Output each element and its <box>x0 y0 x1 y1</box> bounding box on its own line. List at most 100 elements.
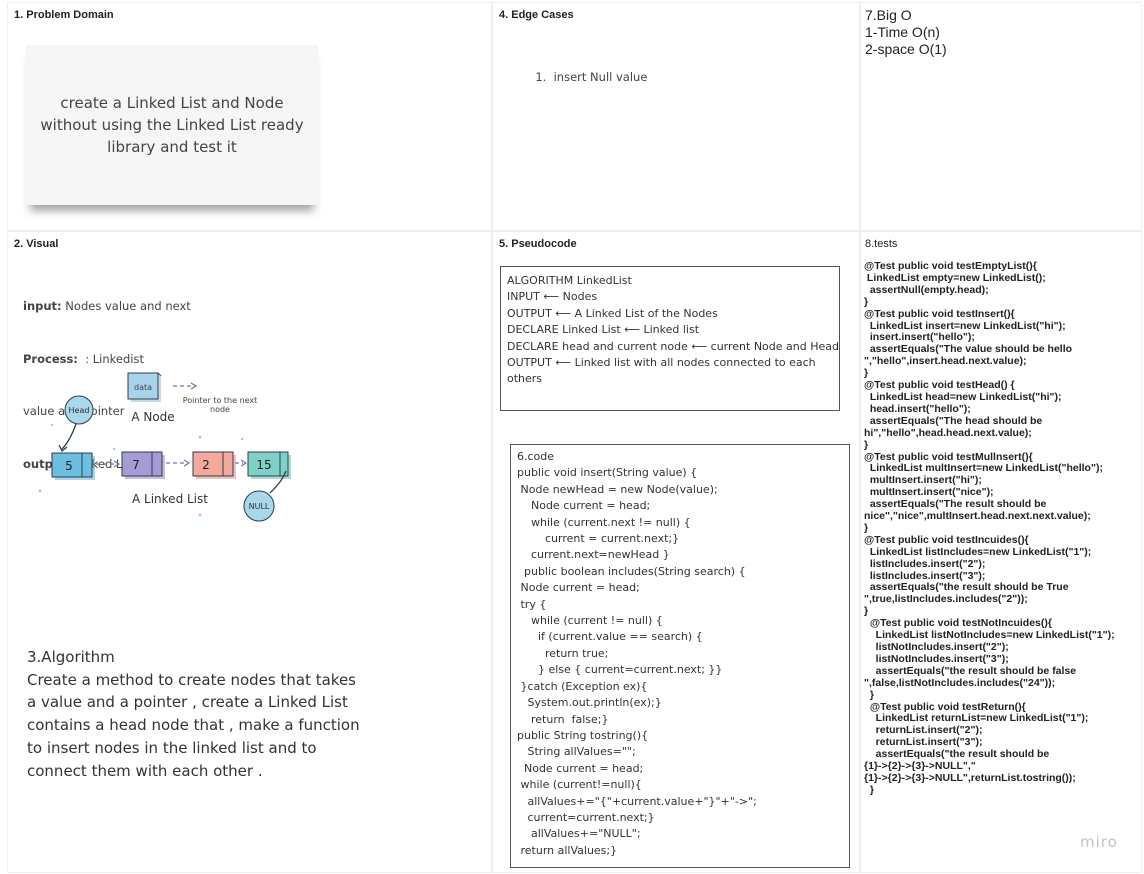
node-data-label: data <box>134 383 152 392</box>
code-line: } else { current=current.next; }} <box>517 663 723 677</box>
decor-dot <box>240 437 244 441</box>
link-arrow-head <box>240 459 248 467</box>
test-code-line: assertNull(empty.head); <box>864 283 989 296</box>
code-line: while (current!=null){ <box>517 778 642 792</box>
visual-input-text: Nodes value and next <box>61 299 191 313</box>
test-code-line: assertEquals("The head should be <box>864 414 1043 427</box>
code-line: try { <box>517 597 547 611</box>
pseudocode-line: others <box>507 372 543 386</box>
frame-title-pseudocode: 5. Pseudocode <box>499 238 577 250</box>
pseudocode-line: ALGORITHM LinkedList <box>507 274 632 287</box>
node-value: 2 <box>202 458 210 472</box>
test-code-line: } <box>864 438 869 451</box>
code-line: Node newHead = new Node(value); <box>517 482 718 496</box>
test-code-line: LinkedList listIncludes=new LinkedList("… <box>864 545 1092 558</box>
single-node: data <box>127 372 162 402</box>
test-code-line: head.insert("hello"); <box>864 402 971 415</box>
miro-watermark: miro <box>1080 833 1118 851</box>
test-code-line: @Test public void testInsert(){ <box>864 307 1015 320</box>
null-label: NULL <box>249 502 270 511</box>
code-lines: 6.code public void insert(String value) {… <box>517 449 843 859</box>
pseudocode-line: INPUT ⟵ Nodes <box>507 290 598 304</box>
code-line: allValues+="NULL"; <box>517 827 641 841</box>
visual-input-line: input: Nodes value and next <box>23 298 191 316</box>
algorithm-block: 3.Algorithm Create a method to create no… <box>27 646 367 782</box>
test-code-line: } <box>864 295 869 308</box>
test-code-line: {1}->{2}->{3}->NULL",returnList.tostring… <box>864 771 1076 784</box>
algorithm-title: 3.Algorithm <box>27 648 115 666</box>
test-code-line: ",false,listNotIncludes.includes("24")); <box>864 676 1056 689</box>
visual-input-label: input: <box>23 299 62 313</box>
pseudocode-line: OUTPUT ⟵ A Linked List of the Nodes <box>507 306 718 320</box>
a-node-label: A Node <box>131 410 174 424</box>
link-arrow-head <box>113 460 121 468</box>
edge-case-text: insert Null value <box>553 70 648 84</box>
pseudocode-box[interactable]: ALGORITHM LinkedList INPUT ⟵ Nodes OUTPUT … <box>500 266 840 411</box>
head-label: Head <box>69 406 90 415</box>
decor-dot <box>198 513 202 517</box>
list-node-7: 7 <box>121 451 165 479</box>
code-line: Node current = head; <box>517 761 644 775</box>
code-line: return false;} <box>517 712 609 726</box>
a-linked-list-label: A Linked List <box>132 492 208 506</box>
code-line: public boolean includes(String search) { <box>517 564 746 578</box>
code-line: Node current = head; <box>517 581 640 595</box>
frame-title-problem-domain: 1. Problem Domain <box>14 9 114 21</box>
code-line: return true; <box>517 646 609 660</box>
frame-title-tests: 8.tests <box>865 238 898 250</box>
code-line: public void insert(String value) { <box>517 466 698 480</box>
big-o-time: 1-Time O(n) <box>865 24 940 40</box>
pseudocode-line: DECLARE Linked List ⟵ Linked list <box>507 323 700 337</box>
frame-title-visual: 2. Visual <box>14 238 59 250</box>
visual-process-label: Process: <box>23 351 78 366</box>
list-node-2: 2 <box>192 451 236 479</box>
tests-code: @Test public void testEmptyList(){ Linke… <box>864 260 1140 797</box>
problem-sticky-text: create a Linked List and Node without us… <box>40 94 304 156</box>
code-line: current=current.next;} <box>517 810 655 824</box>
test-code-line: assertEquals("the result should be false <box>864 664 1077 677</box>
code-box[interactable]: 6.code public void insert(String value) {… <box>510 444 850 868</box>
code-line: Node current = head; <box>517 499 651 513</box>
code-line: public String tostring(){ <box>517 728 649 742</box>
test-code-line: } <box>864 783 874 796</box>
link-arrow-head <box>183 459 191 467</box>
decor-dot <box>112 447 116 451</box>
big-o-space: 2-space O(1) <box>865 41 947 57</box>
decor-dot <box>50 423 54 427</box>
visual-process-text: : Linkedist <box>77 351 144 366</box>
decor-dot <box>198 435 202 439</box>
code-line: return allValues;} <box>517 843 618 857</box>
test-code-line: ",true,listIncludes.includes("2")); <box>864 593 1028 606</box>
node-value: 15 <box>256 458 271 472</box>
edge-case-number: 1. <box>535 70 554 84</box>
pointer-text-2: node <box>210 405 230 414</box>
head-arrow <box>61 423 77 450</box>
code-line: }catch (Exception ex){ <box>517 679 648 693</box>
code-line: current = current.next;} <box>517 532 680 546</box>
algorithm-body: Create a method to create nodes that tak… <box>27 670 360 780</box>
test-code-line: listIncludes.insert("2"); <box>864 557 986 570</box>
node-value: 7 <box>132 458 140 472</box>
pointer-text-1: Pointer to the next <box>183 396 258 405</box>
pseudocode-line: DECLARE head and current node ⟵ current … <box>507 339 839 353</box>
big-o-title: 7.Big O <box>865 7 912 23</box>
code-line: 6.code <box>517 450 555 463</box>
frame-title-edge-cases: 4. Edge Cases <box>499 9 574 21</box>
code-line: while (current.next != null) { <box>517 515 691 529</box>
list-node-5: 5 <box>51 452 95 480</box>
pointer-arrow-head <box>190 382 198 390</box>
code-line: String allValues=""; <box>517 745 636 759</box>
test-code-line: ","hello",insert.head.next.value); <box>864 355 1027 368</box>
problem-sticky-note[interactable]: create a Linked List and Node without us… <box>26 45 318 205</box>
code-line: current.next=newHead } <box>517 548 670 562</box>
linked-list-diagram: data Pointer to the next node A Node Hea… <box>38 372 291 522</box>
edge-case-item: 1. insert Null value <box>528 56 647 84</box>
code-line: allValues+="{"+current.value+"}"+"->"; <box>517 794 757 808</box>
test-code-line: nice","nice",multInsert.head.next.next.v… <box>864 510 1091 523</box>
code-line: System.out.println(ex);} <box>517 696 662 710</box>
big-o-text: 7.Big O 1-Time O(n) 2-space O(1) <box>865 7 947 58</box>
code-line: while (current != null) { <box>517 614 663 628</box>
test-code-line: @Test public void testIncuides(){ <box>864 533 1029 546</box>
decor-dot <box>38 489 42 493</box>
pseudocode-lines: ALGORITHM LinkedList INPUT ⟵ Nodes OUTPUT … <box>507 273 839 388</box>
